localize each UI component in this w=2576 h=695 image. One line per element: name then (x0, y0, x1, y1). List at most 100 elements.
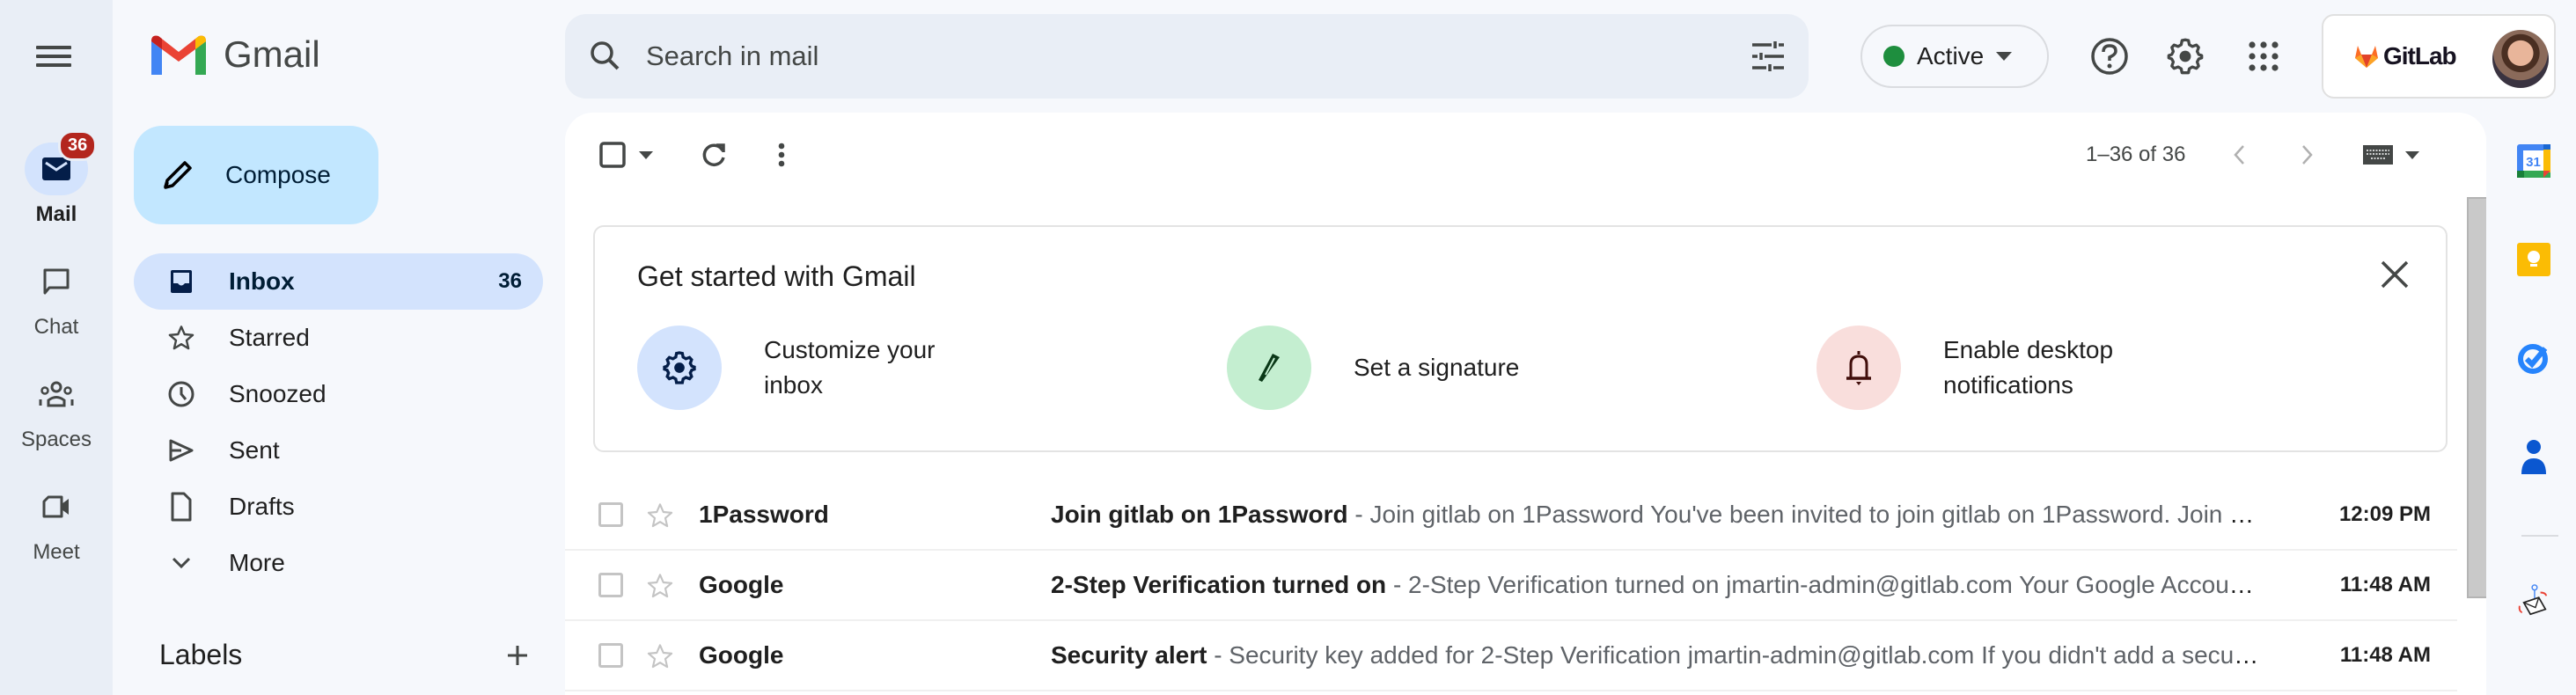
account-switcher[interactable]: GitLab (2322, 14, 2556, 99)
compose-button[interactable]: Compose (134, 126, 378, 224)
nav-icon-wrap (164, 433, 199, 468)
rail-pill (25, 368, 88, 421)
side-app-keep[interactable] (2517, 243, 2550, 276)
nav-icon-wrap (164, 489, 199, 524)
search-bar (565, 14, 1809, 99)
row-checkbox[interactable] (598, 573, 623, 597)
unread-badge: 36 (58, 130, 98, 161)
meet-video-icon (42, 495, 69, 518)
mail-addon-icon (2518, 584, 2548, 616)
more-options-button[interactable] (771, 139, 792, 171)
nav-item-snoozed[interactable]: Snoozed (134, 366, 543, 422)
plus-icon[interactable] (506, 644, 529, 667)
input-tools-button[interactable] (2360, 143, 2422, 167)
inbox-icon (171, 270, 192, 293)
draft-file-icon (171, 492, 192, 522)
pen-icon (1259, 354, 1280, 382)
help-icon (2091, 38, 2128, 75)
star-icon[interactable] (646, 572, 674, 600)
email-time: 11:48 AM (2339, 573, 2431, 596)
checkbox-icon (599, 142, 626, 168)
side-app-calendar[interactable]: 31 (2517, 144, 2550, 178)
rail-label: Meet (33, 540, 80, 564)
promo-enable-notifications[interactable]: Enable desktop notifications (1816, 326, 2154, 410)
google-keep-icon (2517, 243, 2550, 276)
hamburger-menu-icon (36, 46, 71, 49)
caret-down-icon (1996, 52, 2013, 61)
promo-customize-inbox[interactable]: Customize your inbox (637, 326, 975, 410)
nav-item-starred[interactable]: Starred (134, 310, 543, 366)
rail-item-chat[interactable]: Chat (0, 255, 113, 340)
rail-pill (25, 480, 88, 533)
compose-label: Compose (225, 161, 331, 188)
mail-toolbar: 1–36 of 36 (565, 113, 2486, 197)
nav-label: Starred (229, 324, 310, 351)
star-icon[interactable] (646, 642, 674, 670)
main-menu-button[interactable] (32, 40, 76, 72)
google-contacts-icon (2521, 440, 2546, 474)
select-dropdown[interactable] (635, 148, 657, 162)
search-icon[interactable] (588, 39, 623, 74)
email-snippet: - 2-Step Verification turned on jmartin-… (1392, 571, 2265, 598)
search-input[interactable] (646, 40, 1750, 72)
rail-item-mail[interactable]: 36 Mail (0, 130, 113, 227)
status-button[interactable]: Active (1860, 25, 2049, 88)
promo-set-signature[interactable]: Set a signature (1227, 326, 1565, 410)
star-icon[interactable] (646, 501, 674, 530)
side-app-tasks[interactable] (2517, 341, 2550, 375)
bell-icon (1846, 351, 1871, 385)
promo-icon-circle (637, 326, 722, 410)
vertical-scrollbar[interactable] (2467, 197, 2486, 598)
nav-item-inbox[interactable]: Inbox 36 (134, 253, 543, 310)
rail-label: Chat (33, 315, 79, 339)
rail-label: Spaces (20, 428, 92, 451)
calendar-date: 31 (2526, 155, 2541, 170)
email-subject: Security alert (1051, 641, 1207, 669)
older-button[interactable] (2295, 141, 2320, 169)
avatar[interactable] (2492, 30, 2549, 88)
get-started-card: Get started with Gmail Customize your in… (593, 225, 2448, 452)
promo-icon-circle (1816, 326, 1901, 410)
rail-item-meet[interactable]: Meet (0, 480, 113, 565)
email-sender: Google (699, 641, 784, 669)
side-app-contacts[interactable] (2517, 440, 2550, 474)
app-rail: 36 Mail Chat Spaces Meet (0, 0, 113, 695)
email-row[interactable]: 1Password Join gitlab on 1Password - Joi… (565, 480, 2457, 551)
row-checkbox[interactable] (598, 502, 623, 527)
google-tasks-icon (2518, 344, 2548, 374)
chevron-down-icon (172, 557, 191, 569)
settings-button[interactable] (2161, 32, 2210, 81)
close-icon[interactable] (2377, 257, 2412, 292)
inbox-count: 36 (498, 269, 522, 293)
gmail-logo[interactable]: Gmail (151, 33, 320, 76)
help-button[interactable] (2085, 32, 2134, 81)
app-name: Gmail (224, 33, 320, 75)
promo-label: Enable desktop notifications (1943, 336, 2114, 399)
email-snippet: - Join gitlab on 1Password You've been i… (1354, 501, 2265, 528)
email-row[interactable]: Google 2-Step Verification turned on - 2… (565, 551, 2457, 621)
nav-item-drafts[interactable]: Drafts (134, 479, 543, 535)
gitlab-logo-icon (2355, 46, 2378, 68)
pencil-icon (164, 161, 192, 189)
apps-button[interactable] (2239, 32, 2288, 81)
status-dot (1883, 46, 1904, 67)
newer-button[interactable] (2227, 141, 2251, 169)
spaces-icon (39, 381, 74, 407)
promo-label: Customize your inbox (764, 336, 936, 399)
rail-item-spaces[interactable]: Spaces (0, 368, 113, 452)
email-subject: Join gitlab on 1Password (1051, 501, 1348, 528)
caret-down-icon (639, 150, 653, 159)
select-all-checkbox[interactable] (597, 139, 628, 171)
refresh-icon (702, 143, 725, 166)
refresh-button[interactable] (699, 139, 730, 171)
tune-sliders-icon[interactable] (1750, 40, 1786, 73)
row-checkbox[interactable] (598, 643, 623, 668)
nav-icon-wrap (164, 377, 199, 412)
nav-item-sent[interactable]: Sent (134, 422, 543, 479)
status-label: Active (1917, 42, 1985, 70)
email-body: Join gitlab on 1Password - Join gitlab o… (1051, 501, 2265, 529)
rail-pill: 36 (25, 130, 98, 195)
email-row[interactable]: Google Security alert - Security key add… (565, 621, 2457, 691)
nav-item-more[interactable]: More (134, 535, 543, 591)
side-app-addon[interactable] (2517, 584, 2550, 618)
